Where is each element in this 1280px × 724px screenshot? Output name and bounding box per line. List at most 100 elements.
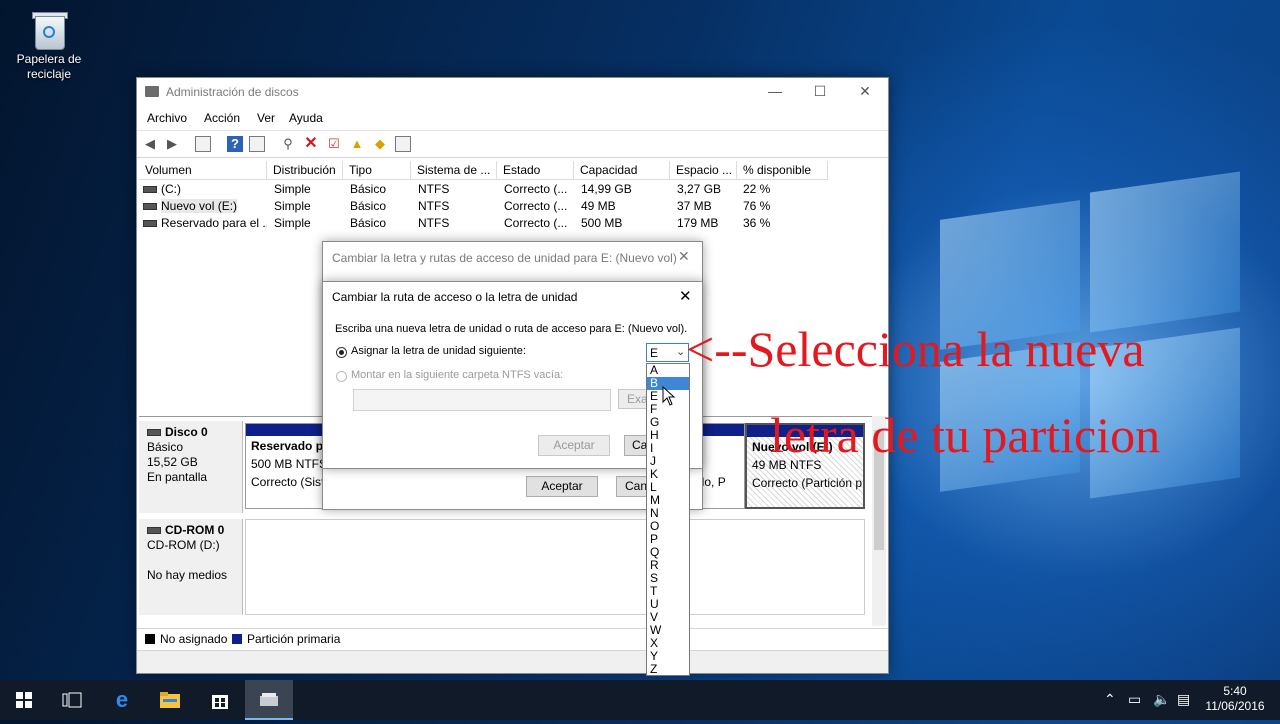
dialog-title: Cambiar la ruta de acceso o la letra de … <box>332 290 578 304</box>
minimize-button[interactable]: — <box>752 78 798 106</box>
menu-accion[interactable]: Acción <box>204 111 240 125</box>
browse-button[interactable]: Exa <box>618 389 648 409</box>
percent-free-cell: 76 % <box>743 199 771 213</box>
percent-free-cell: 36 % <box>743 216 771 230</box>
column-tipo[interactable]: Tipo <box>343 161 411 180</box>
cancel-button[interactable]: Can <box>624 435 654 456</box>
cdrom-label[interactable]: CD-ROM 0 CD-ROM (D:) No hay medios <box>139 519 243 615</box>
drive-icon <box>143 186 157 194</box>
type-cell: Básico <box>350 216 387 230</box>
column-disponible[interactable]: % disponible <box>737 161 828 180</box>
percent-free-cell: 22 % <box>743 182 771 196</box>
volume-name: Reservado para el ... <box>161 216 267 230</box>
help-icon[interactable]: ? <box>227 136 243 152</box>
folder-up-icon[interactable]: ▲ <box>349 136 365 152</box>
status-cell: Correcto (... <box>504 182 568 196</box>
clock-time: 5:40 <box>1223 684 1247 698</box>
disk0-label[interactable]: Disco 0 Básico 15,52 GB En pantalla <box>139 421 243 513</box>
disk0-status: En pantalla <box>147 470 208 484</box>
maximize-button[interactable]: ☐ <box>797 78 843 106</box>
mouse-cursor-icon <box>662 385 676 409</box>
forward-icon[interactable]: ▶ <box>164 136 180 152</box>
disk0-size: 15,52 GB <box>147 455 198 469</box>
menu-bar: Archivo Acción Ver Ayuda <box>137 108 888 128</box>
title-bar[interactable]: Administración de discos — ☐ ✕ <box>137 78 888 106</box>
windows-start-icon <box>16 692 32 708</box>
mount-folder-label: Montar en la siguiente carpeta NTFS vací… <box>351 369 564 381</box>
cdrom-area[interactable] <box>245 519 865 615</box>
type-cell: Básico <box>350 182 387 196</box>
partition-name: Reservado pa <box>251 439 324 453</box>
ok-button[interactable]: Aceptar <box>538 435 610 456</box>
filesystem-cell: NTFS <box>418 216 450 230</box>
free-space-cell: 37 MB <box>677 199 712 213</box>
capacity-cell: 14,99 GB <box>581 182 632 196</box>
column-distribucion[interactable]: Distribución <box>267 161 343 180</box>
notifications-icon[interactable]: ▤ <box>1177 691 1190 708</box>
store-icon[interactable] <box>196 680 244 720</box>
check-icon[interactable]: ☑ <box>326 136 342 152</box>
recycle-bin-shortcut[interactable]: Papelera de reciclaje <box>10 8 88 82</box>
drive-letter-list[interactable]: A B E F G H I J K L M N O P Q R S T U V … <box>646 363 690 676</box>
list-item[interactable]: Z <box>647 663 689 676</box>
disk-management-taskbar-button[interactable] <box>245 680 293 720</box>
view-icon[interactable] <box>249 136 265 152</box>
window-title: Administración de discos <box>166 85 299 99</box>
drive-letter-select[interactable]: E ⌄ <box>646 343 689 362</box>
partition-reserved[interactable]: Reservado pa 500 MB NTFS Correcto (Sist <box>245 423 325 509</box>
menu-archivo[interactable]: Archivo <box>147 111 187 125</box>
task-view-button[interactable] <box>48 680 96 720</box>
file-explorer-icon[interactable] <box>146 680 194 720</box>
list-icon[interactable] <box>395 136 411 152</box>
close-button[interactable]: ✕ <box>842 78 888 106</box>
free-space-cell: 3,27 GB <box>677 182 722 196</box>
assign-letter-radio[interactable] <box>336 347 347 358</box>
volume-name: (C:) <box>161 182 181 196</box>
menu-ver[interactable]: Ver <box>257 111 275 125</box>
disk-icon <box>147 429 161 437</box>
capacity-cell: 500 MB <box>581 216 623 230</box>
clock-date: 11/06/2016 <box>1205 699 1265 713</box>
table-row[interactable]: Nuevo vol (E:) Simple Básico NTFS Correc… <box>137 198 888 215</box>
filesystem-cell: NTFS <box>418 182 450 196</box>
dialog-close-icon[interactable]: ✕ <box>679 287 692 305</box>
connect-icon[interactable]: ⚲ <box>280 136 296 152</box>
column-espacio[interactable]: Espacio ... <box>670 161 737 180</box>
mount-folder-radio[interactable] <box>336 371 347 382</box>
capacity-cell: 49 MB <box>581 199 616 213</box>
drive-icon <box>143 203 157 211</box>
column-capacidad[interactable]: Capacidad <box>574 161 670 180</box>
back-ok-button[interactable]: Aceptar <box>526 476 598 497</box>
volume-icon[interactable]: 🔈 <box>1153 691 1170 708</box>
legend: No asignado Partición primaria <box>137 628 888 649</box>
layout-cell: Simple <box>274 199 311 213</box>
chevron-up-icon[interactable]: ⌃ <box>1104 691 1116 708</box>
start-button[interactable] <box>0 680 48 720</box>
assign-letter-label: Asignar la letra de unidad siguiente: <box>351 345 526 357</box>
partition-status: Correcto (Sist <box>251 475 324 489</box>
back-cancel-button[interactable]: Can <box>616 476 647 497</box>
back-icon[interactable]: ◀ <box>142 136 158 152</box>
clock[interactable]: 5:40 11/06/2016 <box>1200 684 1270 714</box>
list-item[interactable]: H <box>647 429 689 442</box>
layout-cell: Simple <box>274 216 311 230</box>
legend-unallocated-label: No asignado <box>160 632 228 646</box>
annotation-line1: <--Selecciona la nueva <box>686 321 1145 377</box>
selected-letter: E <box>650 346 659 360</box>
disk0-type: Básico <box>147 440 184 454</box>
search-folder-icon[interactable]: ◆ <box>372 136 388 152</box>
column-sistema[interactable]: Sistema de ... <box>411 161 497 180</box>
partition-size: 500 MB NTFS <box>251 457 324 471</box>
table-row[interactable]: Reservado para el ... Simple Básico NTFS… <box>137 215 888 232</box>
mount-path-input[interactable] <box>353 389 611 411</box>
type-cell: Básico <box>350 199 387 213</box>
column-estado[interactable]: Estado <box>497 161 574 180</box>
menu-ayuda[interactable]: Ayuda <box>289 111 323 125</box>
properties-icon[interactable] <box>195 136 211 152</box>
delete-icon[interactable]: ✕ <box>303 136 319 152</box>
network-icon[interactable]: ▭ <box>1128 691 1141 708</box>
column-volumen[interactable]: Volumen <box>139 161 267 180</box>
edge-icon[interactable]: e <box>98 680 146 720</box>
dialog-close-icon[interactable]: ✕ <box>678 248 690 265</box>
table-row[interactable]: (C:) Simple Básico NTFS Correcto (... 14… <box>137 181 888 198</box>
